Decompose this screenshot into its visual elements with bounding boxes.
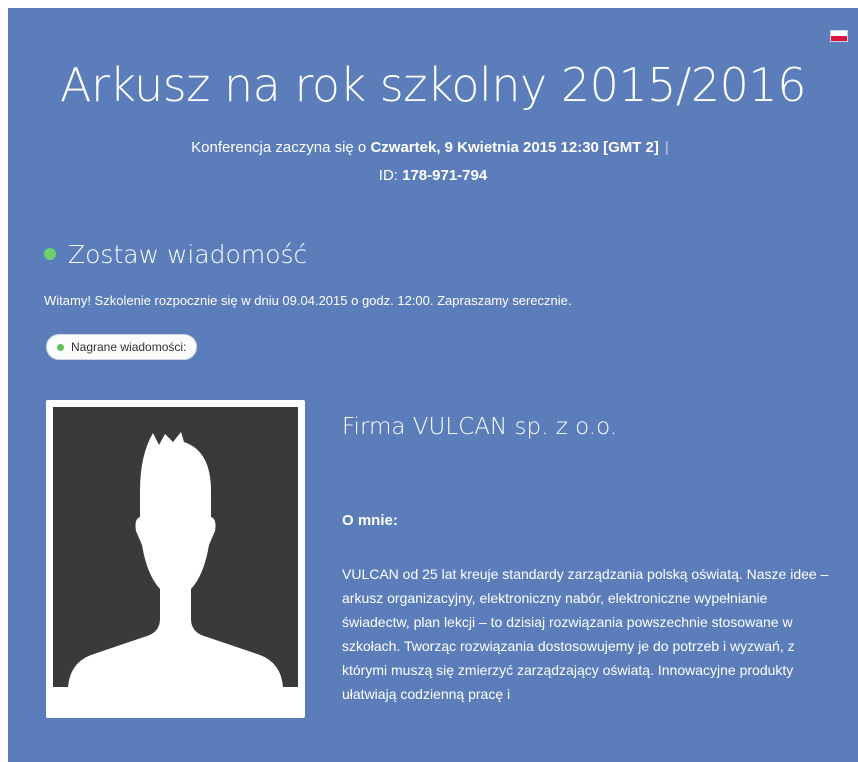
presenter-name: Firma VULCAN sp. z o.o.	[342, 414, 618, 440]
recorded-messages-button[interactable]: Nagrane wiadomości:	[46, 334, 198, 360]
conference-id: 178-971-794	[402, 167, 488, 184]
id-label: ID:	[378, 167, 403, 184]
presenter-avatar	[46, 400, 305, 718]
leave-message-header: Zostaw wiadomość	[44, 236, 307, 272]
avatar-frame	[53, 407, 298, 687]
leave-message-title: Zostaw wiadomość	[68, 239, 308, 269]
recorded-messages-label: Nagrane wiadomości:	[71, 340, 187, 354]
page-title: Arkusz na rok szkolny 2015/2016	[60, 58, 806, 112]
poland-flag-icon[interactable]	[830, 30, 848, 42]
status-dot-icon	[44, 248, 56, 260]
user-silhouette-icon	[68, 432, 283, 687]
webinar-page: Arkusz na rok szkolny 2015/2016 Konferen…	[8, 8, 858, 762]
about-me-text: VULCAN od 25 lat kreuje standardy zarząd…	[342, 566, 829, 702]
start-prefix: Konferencja zaczyna się o	[191, 139, 371, 156]
conference-info: Konferencja zaczyna się o Czwartek, 9 Kw…	[98, 134, 768, 190]
start-date: Czwartek, 9 Kwietnia 2015 12:30 [GMT 2]	[370, 139, 659, 156]
about-me-label: O mnie:	[342, 512, 398, 529]
welcome-text: Witamy! Szkolenie rozpocznie się w dniu …	[44, 293, 572, 308]
green-dot-icon	[57, 343, 64, 351]
separator: |	[664, 139, 669, 156]
